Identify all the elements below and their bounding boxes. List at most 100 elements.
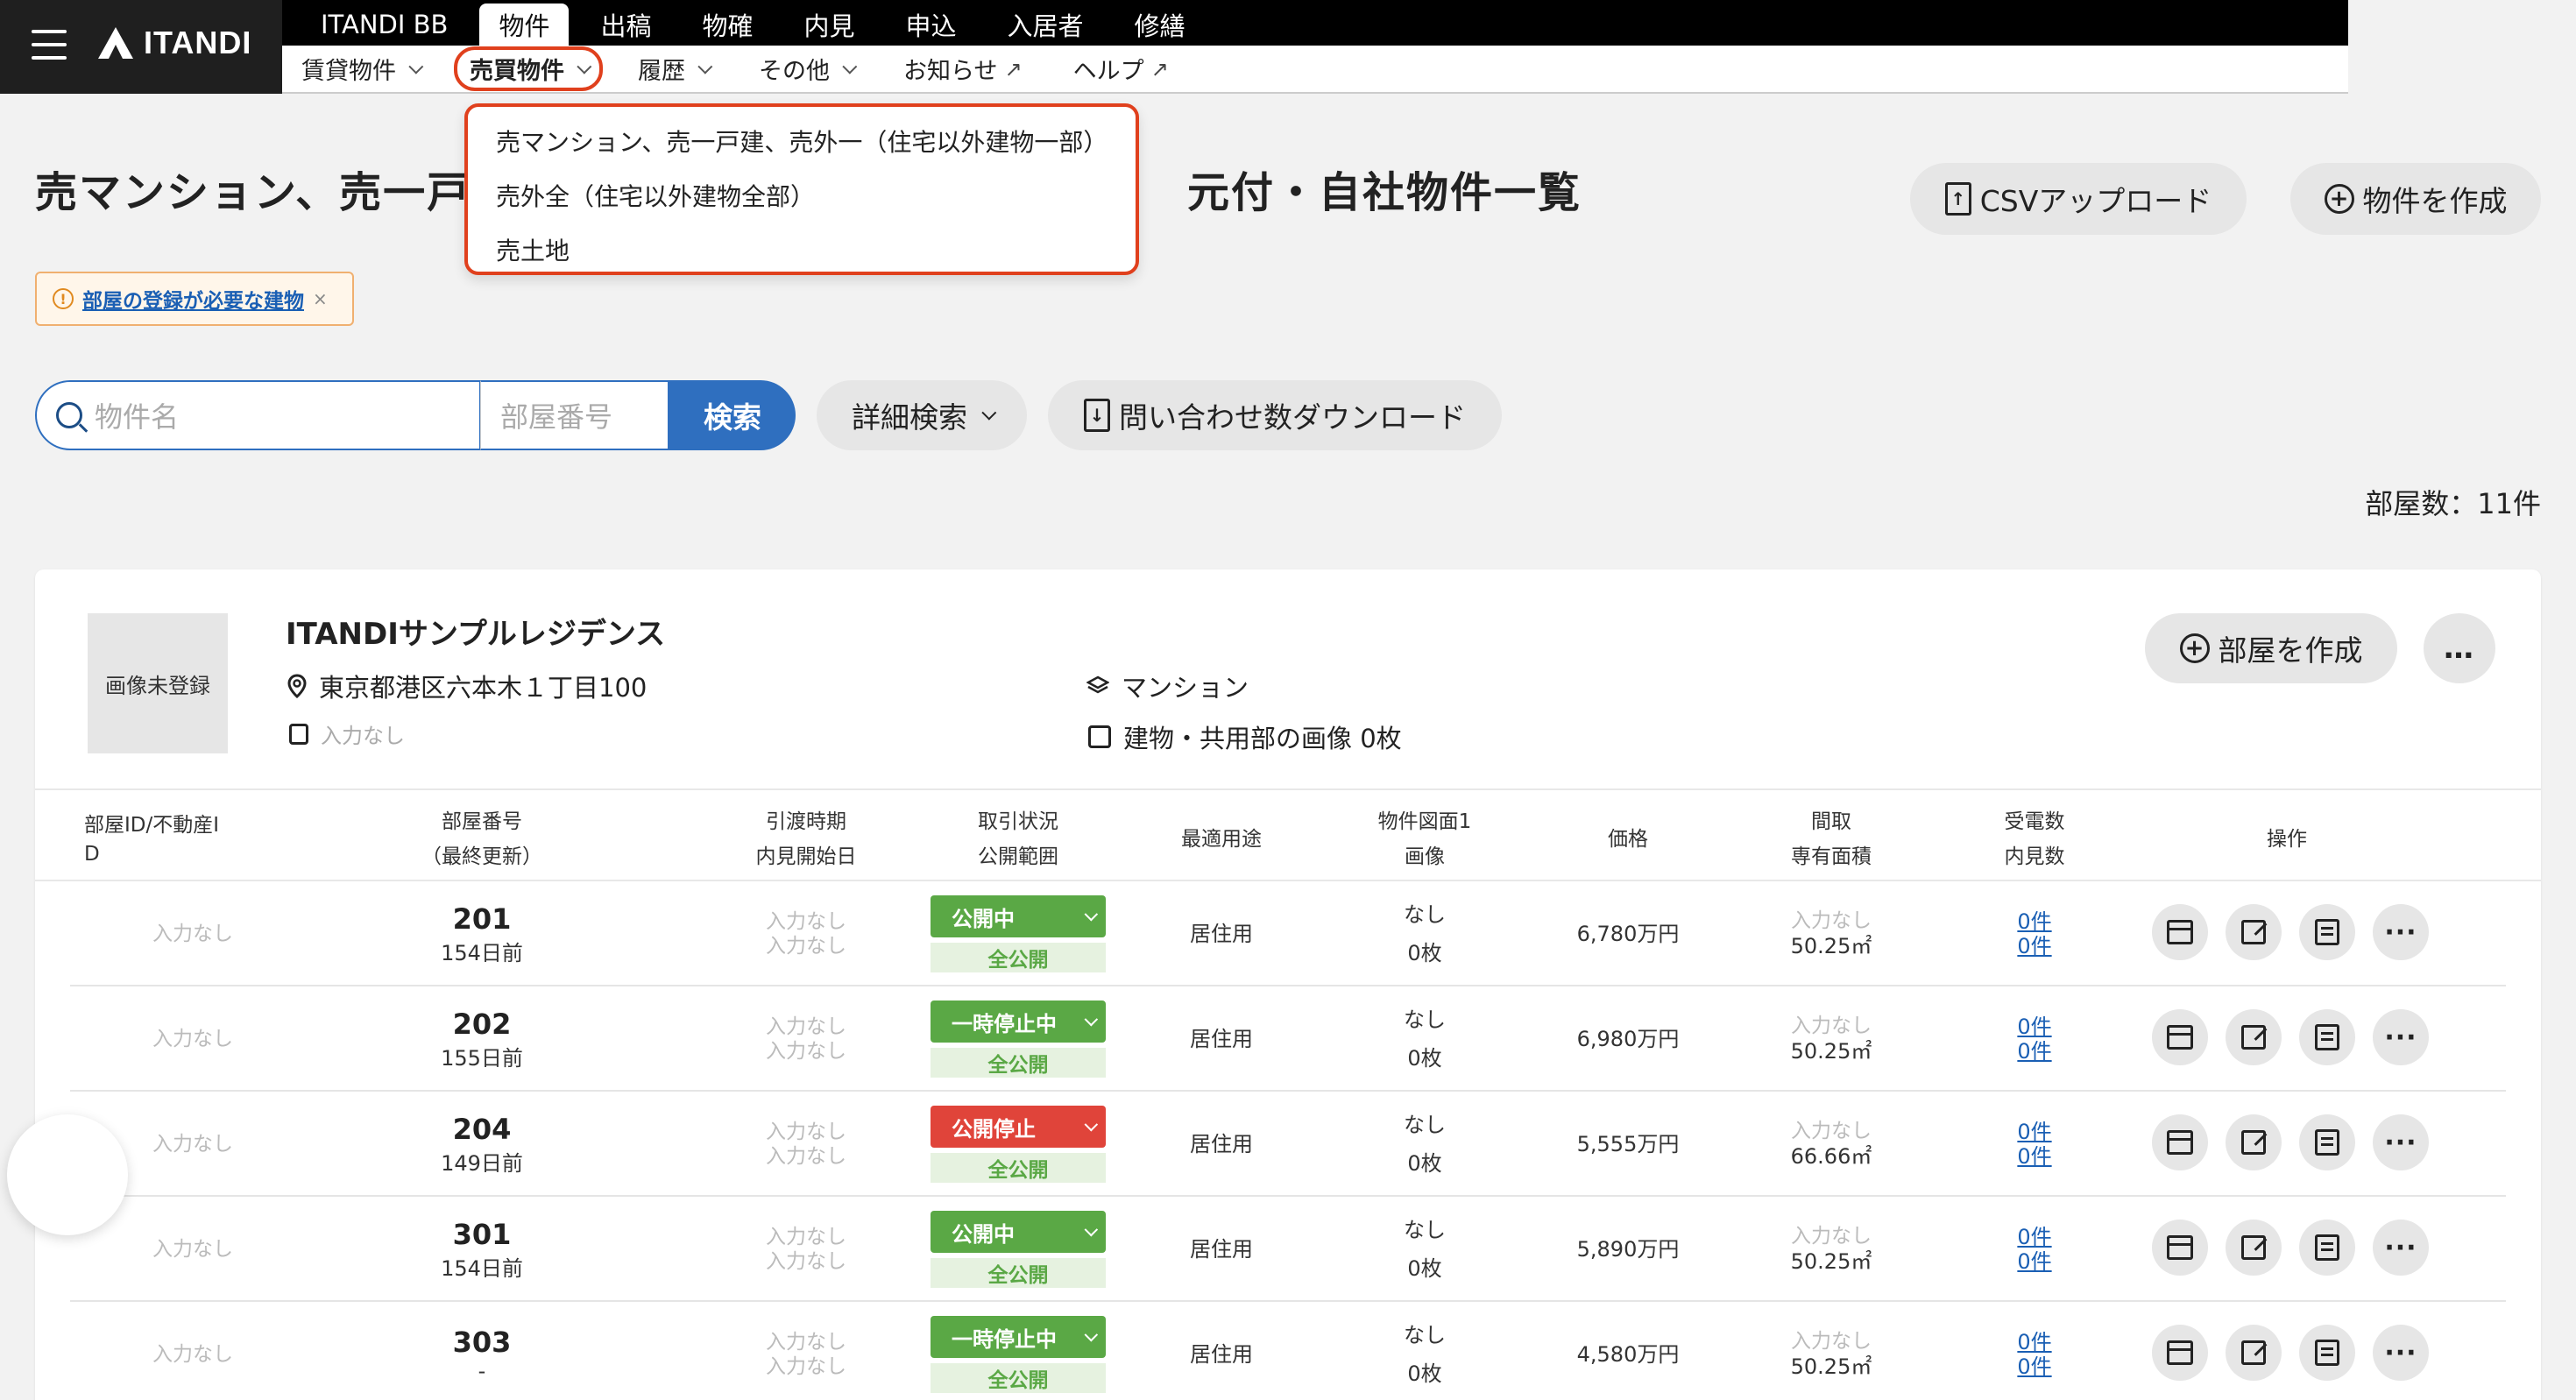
- edit-icon: [2241, 1130, 2266, 1155]
- schedule-button[interactable]: [2152, 1009, 2208, 1065]
- cell-room-no: 301 154日前: [386, 1197, 578, 1302]
- dropdown-option-sale-whole-building[interactable]: 売外全（住宅以外建物全部）: [468, 168, 1136, 223]
- cell-layout: 入力なし 66.66㎡: [1735, 1092, 1928, 1197]
- room-number[interactable]: 301: [453, 1218, 512, 1251]
- create-property-button[interactable]: + 物件を作成: [2290, 163, 2541, 235]
- close-icon[interactable]: ×: [313, 288, 328, 309]
- floating-widget[interactable]: [7, 1114, 128, 1235]
- th-price: 価格: [1532, 790, 1724, 883]
- external-link-icon: ↗: [1150, 56, 1169, 81]
- edit-button[interactable]: [2226, 1114, 2282, 1170]
- note-button[interactable]: [2299, 1009, 2355, 1065]
- csv-upload-button[interactable]: ↑ CSVアップロード: [1910, 163, 2247, 235]
- tab-listing[interactable]: 出稿: [581, 4, 670, 46]
- table-row[interactable]: 入力なし 202 155日前 入力なし 入力なし 一時停止中 全公開 居住用 なし 0枚…: [70, 986, 2506, 1092]
- row-more-button[interactable]: ···: [2373, 1220, 2429, 1276]
- more-options-button[interactable]: …: [2424, 613, 2495, 683]
- download-inquiries-button[interactable]: ↓ 問い合わせ数ダウンロード: [1048, 380, 1502, 450]
- last-updated: -: [478, 1359, 486, 1383]
- tab-confirm[interactable]: 物確: [683, 4, 772, 46]
- subnav-help[interactable]: ヘルプ ↗: [1073, 52, 1169, 86]
- note-button[interactable]: [2299, 904, 2355, 960]
- calls-link[interactable]: 0件: [2017, 1330, 2051, 1354]
- hamburger-menu-icon[interactable]: [32, 30, 67, 60]
- edit-button[interactable]: [2226, 1220, 2282, 1276]
- status-select[interactable]: 一時停止中: [931, 1001, 1106, 1043]
- row-more-button[interactable]: ···: [2373, 1009, 2429, 1065]
- search-input[interactable]: 物件名: [35, 380, 480, 450]
- dropdown-option-sale-mansion[interactable]: 売マンション、売一戸建、売外一（住宅以外建物一部）: [468, 114, 1136, 168]
- row-more-button[interactable]: ···: [2373, 1114, 2429, 1170]
- calls-link[interactable]: 0件: [2017, 1120, 2051, 1144]
- status-select[interactable]: 一時停止中: [931, 1316, 1106, 1358]
- chevron-down-icon: [1084, 1012, 1099, 1026]
- table-header: 部屋ID/不動産I D 部屋番号 （最終更新） 引渡時期 内見開始日 取引状況 …: [35, 788, 2541, 881]
- subnav-history[interactable]: 履歴: [638, 52, 713, 86]
- views-link[interactable]: 0件: [2017, 1354, 2051, 1379]
- alert-link[interactable]: 部屋の登録が必要な建物: [82, 284, 304, 314]
- edit-button[interactable]: [2226, 904, 2282, 960]
- schedule-button[interactable]: [2152, 1114, 2208, 1170]
- status-select[interactable]: 公開停止: [931, 1106, 1106, 1148]
- table-row[interactable]: 入力なし 303- 入力なし 入力なし 一時停止中 全公開 居住用 なし 0枚 4,5…: [70, 1302, 2506, 1400]
- subnav-sale[interactable]: 売買物件: [454, 46, 603, 91]
- th-usage: 最適用途: [1125, 790, 1318, 883]
- calls-link[interactable]: 0件: [2017, 1225, 2051, 1249]
- location-pin-icon: [287, 674, 307, 698]
- cell-room-id: 入力なし: [105, 881, 280, 986]
- table-row[interactable]: 入力なし 301 154日前 入力なし 入力なし 公開中 全公開 居住用 なし 0枚 5…: [70, 1197, 2506, 1302]
- note-button[interactable]: [2299, 1114, 2355, 1170]
- status-select[interactable]: 公開中: [931, 895, 1106, 937]
- subnav-other[interactable]: その他: [759, 52, 858, 86]
- edit-button[interactable]: [2226, 1009, 2282, 1065]
- edit-button[interactable]: [2226, 1325, 2282, 1381]
- dropdown-option-sale-land[interactable]: 売土地: [468, 223, 1136, 277]
- schedule-button[interactable]: [2152, 1220, 2208, 1276]
- row-more-button[interactable]: ···: [2373, 904, 2429, 960]
- note-button[interactable]: [2299, 1220, 2355, 1276]
- search-button[interactable]: 検索: [669, 380, 796, 450]
- subnav-other-label: その他: [759, 58, 830, 85]
- subnav-rent[interactable]: 賃貸物件: [301, 52, 424, 86]
- room-number[interactable]: 204: [453, 1113, 512, 1146]
- tab-itandi-bb[interactable]: ITANDI BB: [301, 4, 467, 46]
- detail-search-button[interactable]: 詳細検索: [817, 380, 1027, 450]
- tab-repair[interactable]: 修繕: [1115, 4, 1205, 46]
- plus-circle-icon: +: [2324, 184, 2354, 214]
- scope-badge: 全公開: [931, 1153, 1106, 1183]
- table-row[interactable]: 入力なし 201 154日前 入力なし 入力なし 公開中 全公開 居住用 なし 0枚 6…: [70, 881, 2506, 986]
- table-row[interactable]: 入力なし 204 149日前 入力なし 入力なし 公開停止 全公開 居住用 なし 0枚 …: [70, 1092, 2506, 1197]
- schedule-button[interactable]: [2152, 904, 2208, 960]
- calls-link[interactable]: 0件: [2017, 1015, 2051, 1039]
- tab-resident[interactable]: 入居者: [988, 4, 1103, 46]
- room-number[interactable]: 303: [453, 1326, 512, 1359]
- th-handover-line2: 内見開始日: [755, 845, 857, 868]
- room-number[interactable]: 201: [453, 902, 512, 936]
- calls-link[interactable]: 0件: [2017, 909, 2051, 934]
- th-room-id: 部屋ID/不動産I D: [84, 790, 277, 883]
- property-name[interactable]: ITANDIサンプルレジデンス: [286, 610, 665, 653]
- status-select[interactable]: 公開中: [931, 1211, 1106, 1253]
- more-icon: ···: [2384, 916, 2417, 948]
- row-more-button[interactable]: ···: [2373, 1325, 2429, 1381]
- tab-application[interactable]: 申込: [887, 4, 976, 46]
- schedule-button[interactable]: [2152, 1325, 2208, 1381]
- room-number[interactable]: 202: [453, 1008, 512, 1041]
- create-room-button[interactable]: + 部屋を作成: [2145, 613, 2397, 683]
- tab-viewing[interactable]: 内見: [785, 4, 874, 46]
- calendar-icon: [2167, 1340, 2193, 1365]
- room-number-input[interactable]: 部屋番号: [480, 380, 669, 450]
- row-actions: ···: [2152, 1325, 2429, 1381]
- views-link[interactable]: 0件: [2017, 1039, 2051, 1064]
- th-drawing-line2: 画像: [1405, 845, 1445, 868]
- th-usage-label: 最適用途: [1181, 828, 1262, 851]
- views-link[interactable]: 0件: [2017, 934, 2051, 958]
- views-link[interactable]: 0件: [2017, 1249, 2051, 1274]
- tab-property[interactable]: 物件: [479, 4, 570, 46]
- edit-icon: [2241, 920, 2266, 944]
- itandi-logo[interactable]: ITANDI: [96, 25, 251, 61]
- note-button[interactable]: [2299, 1325, 2355, 1381]
- property-address: 東京都港区六本木１丁目100: [287, 668, 647, 704]
- subnav-news[interactable]: お知らせ ↗: [903, 52, 1023, 86]
- views-link[interactable]: 0件: [2017, 1144, 2051, 1169]
